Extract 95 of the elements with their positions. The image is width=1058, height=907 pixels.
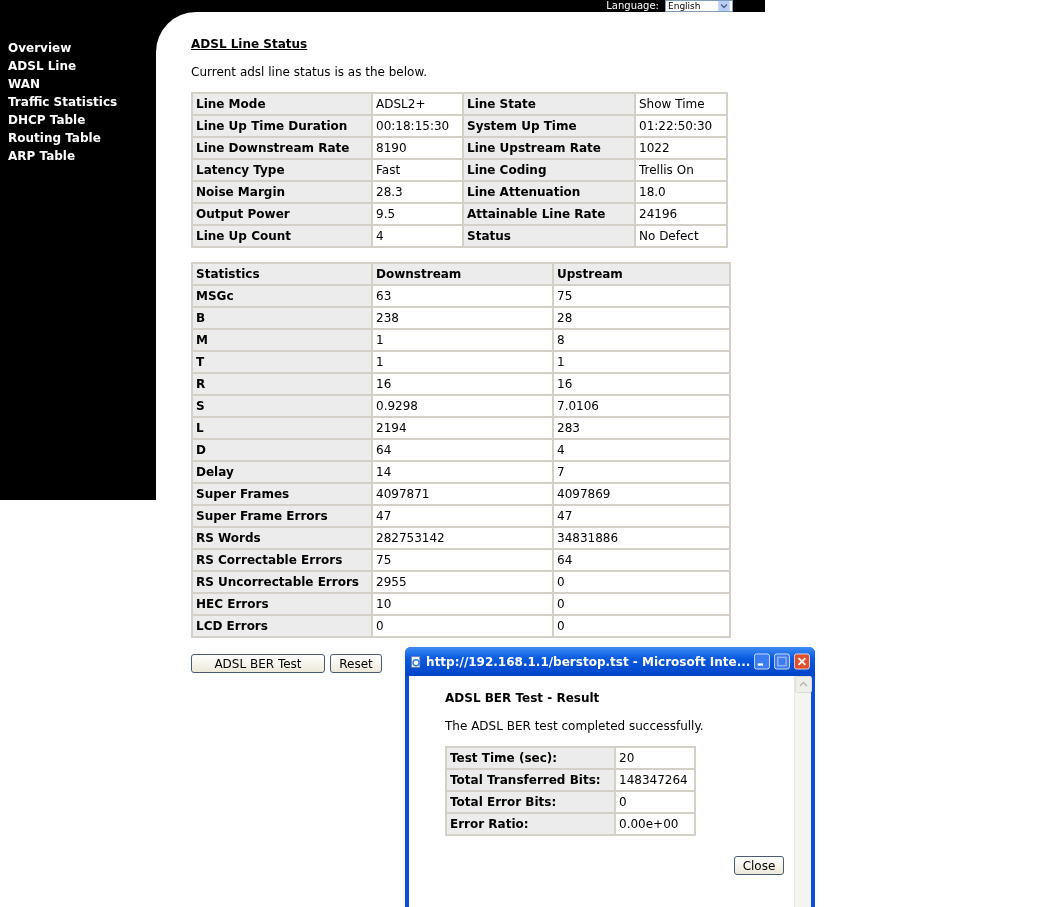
row-label: Line Downstream Rate [192,137,372,159]
table-cell: 238 [372,307,553,329]
minimize-button[interactable] [754,651,771,672]
row-label: T [192,351,372,373]
row-label: Line Up Count [192,225,372,247]
action-button[interactable]: Reset [330,654,382,673]
description-text: Current adsl line status is as the below. [191,64,427,80]
table-cell: 20 [615,747,695,769]
table-cell: 47 [553,505,730,527]
row-label: Error Ratio: [446,813,615,835]
row-label: M [192,329,372,351]
table-cell: 34831886 [553,527,730,549]
row-label: Line Upstream Rate [463,137,635,159]
column-header: Upstream [553,263,730,285]
table-cell: 1 [553,351,730,373]
table-cell: 7.0106 [553,395,730,417]
table-cell: 1 [372,351,553,373]
row-label: Output Power [192,203,372,225]
table-cell: 75 [372,549,553,571]
table-cell: 64 [553,549,730,571]
language-select[interactable]: English [665,0,733,12]
table-cell: 47 [372,505,553,527]
table-cell: 0 [553,571,730,593]
row-label: Attainable Line Rate [463,203,635,225]
table-cell: 8 [553,329,730,351]
row-label: Line Coding [463,159,635,181]
sidebar-link[interactable]: DHCP Table [8,111,86,129]
table-cell: 283 [553,417,730,439]
row-label: LCD Errors [192,615,372,637]
row-label: B [192,307,372,329]
row-label: Total Error Bits: [446,791,615,813]
table-cell: 10 [372,593,553,615]
row-label: RS Uncorrectable Errors [192,571,372,593]
row-label: System Up Time [463,115,635,137]
sidebar-link[interactable]: WAN [8,75,41,93]
table-cell: 16 [372,373,553,395]
sidebar-link[interactable]: ARP Table [8,147,76,165]
scrollbar[interactable] [794,676,811,907]
column-header: Statistics [192,263,372,285]
table-cell: 4097871 [372,483,553,505]
action-button[interactable]: ADSL BER Test [191,654,325,673]
table-cell: 0.9298 [372,395,553,417]
close-button[interactable]: Close [734,856,784,875]
column-header: Downstream [372,263,553,285]
table-cell: 16 [553,373,730,395]
row-label: Total Transferred Bits: [446,769,615,791]
table-cell: 64 [372,439,553,461]
table-cell: 0 [372,615,553,637]
table-cell: ADSL2+ [372,93,463,115]
sidebar-link[interactable]: Routing Table [8,129,101,147]
table-cell: 14 [372,461,553,483]
result-heading: ADSL BER Test - Result [445,690,600,706]
sidebar-link[interactable]: Overview [8,39,72,57]
row-label: Line Mode [192,93,372,115]
maximize-button[interactable] [774,651,791,672]
table-cell: 4 [553,439,730,461]
select-value: English [667,1,702,11]
result-message: The ADSL BER test completed successfully. [445,718,704,734]
table-cell: 75 [553,285,730,307]
row-label: D [192,439,372,461]
language-label: Language: [606,0,659,12]
row-label: RS Correctable Errors [192,549,372,571]
table-cell: 7 [553,461,730,483]
row-label: MSGc [192,285,372,307]
row-label: S [192,395,372,417]
row-label: Line Up Time Duration [192,115,372,137]
table-cell: 4097869 [553,483,730,505]
table-cell: 0 [553,615,730,637]
section-title: ADSL Line Status [191,36,308,52]
row-label: Latency Type [192,159,372,181]
table-cell: 2194 [372,417,553,439]
table-cell: 2955 [372,571,553,593]
row-label: R [192,373,372,395]
row-label: RS Words [192,527,372,549]
page-icon [410,653,423,670]
table-cell: 1 [372,329,553,351]
row-label: Line Attenuation [463,181,635,203]
row-label: Test Time (sec): [446,747,615,769]
table-cell: Show Time [635,93,727,115]
row-label: Super Frames [192,483,372,505]
table-cell: 63 [372,285,553,307]
table-cell: 28 [553,307,730,329]
row-label: Delay [192,461,372,483]
sidebar-link[interactable]: Traffic Statistics [8,93,118,111]
row-label: Line State [463,93,635,115]
close-button[interactable] [794,651,810,672]
table-cell: 282753142 [372,527,553,549]
row-label: Noise Margin [192,181,372,203]
row-label: Status [463,225,635,247]
row-label: Super Frame Errors [192,505,372,527]
table-cell: 0 [553,593,730,615]
window-title: http://192.168.1.1/berstop.tst - Microsoft Inte... [426,653,751,671]
sidebar-link[interactable]: ADSL Line [8,57,77,75]
row-label: HEC Errors [192,593,372,615]
row-label: L [192,417,372,439]
